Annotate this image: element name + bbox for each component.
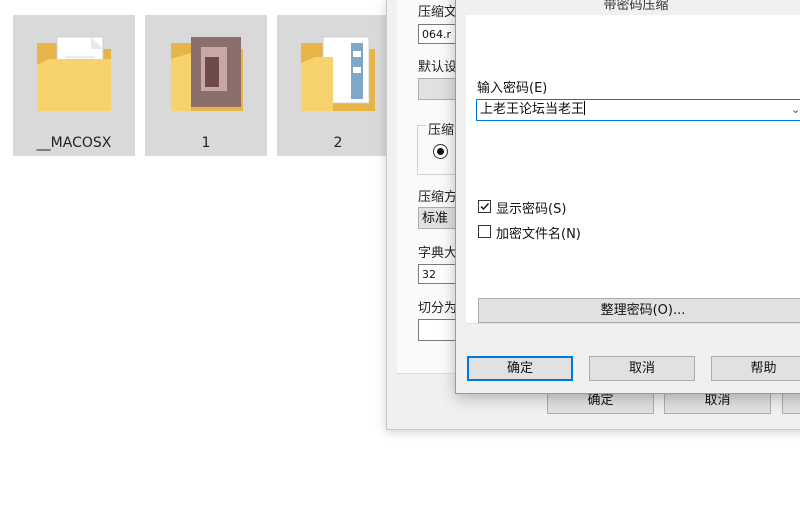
folder-tile-macosx[interactable]: __MACOSX xyxy=(13,15,135,156)
organize-passwords-button[interactable]: 整理密码(O)... xyxy=(478,298,800,323)
folder-with-document-icon xyxy=(301,36,375,111)
chevron-down-icon[interactable]: ⌄ xyxy=(791,100,800,120)
encrypt-filenames-checkbox[interactable] xyxy=(478,225,491,238)
folder-tile-2[interactable]: 2 xyxy=(277,15,399,156)
dictionary-size-label: 字典大 xyxy=(418,246,458,261)
checkmark-icon xyxy=(480,203,490,211)
password-dialog: 带密码压缩 输入密码(E) 上老王论坛当老王 ⌄ 显示密码(S) 加密文件名(N… xyxy=(455,0,800,394)
folder-name: __MACOSX xyxy=(36,135,112,151)
compression-method-label: 压缩方 xyxy=(418,190,458,205)
format-radio[interactable] xyxy=(433,144,448,159)
default-profile-label: 默认设 xyxy=(418,60,458,75)
folder-tile-1[interactable]: 1 xyxy=(145,15,267,156)
split-volumes-label: 切分为 xyxy=(418,301,458,316)
dialog-title: 带密码压缩 xyxy=(603,0,669,13)
folder-with-photo-icon xyxy=(171,37,243,111)
folder-name: 1 xyxy=(201,135,211,151)
folder-name: 2 xyxy=(333,135,343,151)
text-caret xyxy=(584,101,586,115)
help-button[interactable]: 帮助 xyxy=(711,356,800,381)
password-panel xyxy=(466,15,800,324)
encrypt-filenames-label: 加密文件名(N) xyxy=(496,227,581,242)
password-text: 上老王论坛当老王 xyxy=(480,102,585,117)
archive-format-label: 压缩 xyxy=(426,119,457,138)
ok-button[interactable]: 确定 xyxy=(467,356,573,381)
cancel-button[interactable]: 取消 xyxy=(589,356,695,381)
show-password-label: 显示密码(S) xyxy=(496,202,567,217)
enter-password-label: 输入密码(E) xyxy=(477,81,548,96)
show-password-checkbox[interactable] xyxy=(478,200,491,213)
password-input[interactable]: 上老王论坛当老王 ⌄ xyxy=(476,99,800,121)
folder-with-document-icon xyxy=(37,36,111,111)
archive-name-label: 压缩文 xyxy=(418,5,458,20)
